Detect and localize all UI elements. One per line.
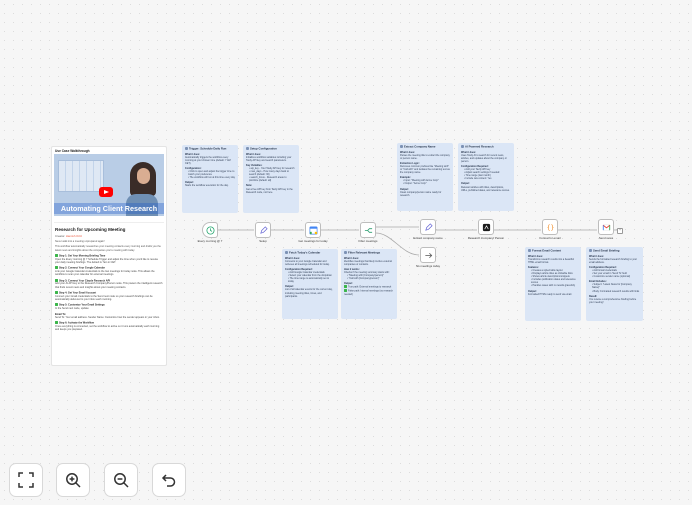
step-item: Step 3: Connect Your Claude Research API… <box>55 278 163 289</box>
note-icon <box>185 147 188 150</box>
note-icon <box>589 249 592 252</box>
video-thumbnail[interactable]: Automating Client Research <box>54 154 164 216</box>
check-icon <box>344 285 347 289</box>
check-icon <box>55 321 58 325</box>
fit-view-icon <box>18 472 34 488</box>
note-icon <box>400 145 403 148</box>
undo-button[interactable] <box>152 463 186 497</box>
creator-link[interactable]: Hamish Ortiz <box>66 234 82 238</box>
step-item: Email To: Send To: Your email address. Se… <box>55 312 160 319</box>
note-setup[interactable]: Setup Configuration What it does: Initia… <box>243 145 299 213</box>
step-item: Step 1: Set Your Morning Briefing Time Op… <box>55 253 159 264</box>
zoom-in-icon <box>66 473 81 488</box>
check-icon <box>55 266 58 270</box>
node-every-morning-trigger[interactable] <box>202 222 218 238</box>
code-icon: {} <box>546 224 554 231</box>
google-calendar-icon <box>309 226 317 234</box>
pencil-icon <box>424 222 433 231</box>
check-icon <box>55 278 58 282</box>
node-label: Research Company/ Person <box>467 236 505 240</box>
node-label: Extract company name <box>413 236 443 240</box>
note-calendar[interactable]: Fetch Today's Calendar What it does: Con… <box>282 249 338 319</box>
clock-icon <box>205 225 215 235</box>
note-icon <box>461 145 464 148</box>
node-label: Setup <box>259 239 267 243</box>
video-banner: Automating Client Research <box>54 203 164 214</box>
node-get-meetings[interactable] <box>305 222 321 238</box>
zoom-out-icon <box>114 473 129 488</box>
zoom-in-button[interactable] <box>56 463 90 497</box>
undo-icon <box>161 474 176 487</box>
walkthrough-title: Research for Upcoming Meeting <box>55 227 126 232</box>
svg-text:{}: {} <box>546 224 554 231</box>
node-label: Filter meetings <box>358 239 378 243</box>
check-icon <box>55 303 58 307</box>
intro-paragraph: This workflow automatically researches y… <box>55 245 161 252</box>
note-icon <box>344 251 347 254</box>
node-label: No meetings today <box>415 264 441 268</box>
step-item: Step 6: Activate the Workflow Once everyt… <box>55 321 160 332</box>
node-setup[interactable] <box>255 222 271 238</box>
gmail-icon <box>602 224 610 230</box>
fit-view-button[interactable] <box>9 463 43 497</box>
step-item: Step 4: Set Your Email Account Connect yo… <box>55 291 153 302</box>
node-send-news[interactable] <box>598 219 614 235</box>
note-filter[interactable]: Filter Relevant Meetings What it does: I… <box>341 249 397 319</box>
step-item: Step 5: Customize Your Email Settings In … <box>55 303 105 311</box>
add-node-button[interactable]: + <box>617 228 623 234</box>
workflow-preview-image <box>58 160 104 192</box>
if-branch-icon <box>364 227 372 233</box>
note-research[interactable]: AI Powered Research What it does: Uses T… <box>458 143 514 211</box>
node-label: Send news <box>598 236 614 240</box>
node-format-email[interactable]: {} <box>542 219 558 235</box>
workflow-canvas[interactable]: Use Case Walkthrough Automating Client R… <box>0 0 692 505</box>
node-research-company[interactable] <box>478 219 494 235</box>
note-icon <box>285 251 288 254</box>
note-trigger[interactable]: Trigger: Schedule Daily Run What it does… <box>182 145 238 213</box>
check-icon <box>344 288 347 292</box>
walkthrough-panel: Use Case Walkthrough Automating Client R… <box>51 146 167 366</box>
note-extract[interactable]: Extract Company Name What it does: Parse… <box>397 143 453 211</box>
arrow-right-icon <box>424 252 432 258</box>
pencil-icon <box>259 225 268 234</box>
note-format[interactable]: Format Email Content What it does: Trans… <box>525 247 581 321</box>
walkthrough-header: Use Case Walkthrough <box>55 149 90 153</box>
node-label: Get meetings for today <box>298 239 328 243</box>
note-icon <box>528 249 531 252</box>
node-label: Every morning @ 7 <box>197 239 223 243</box>
note-icon <box>246 147 249 150</box>
node-extract-company[interactable] <box>420 219 436 235</box>
note-send[interactable]: Send Email Briefing What it does: Sends … <box>586 247 643 321</box>
node-no-meetings[interactable] <box>420 247 436 263</box>
creator-credit: Creator: Hamish Ortiz <box>55 234 83 238</box>
zoom-out-button[interactable] <box>104 463 138 497</box>
check-icon <box>55 253 58 257</box>
node-label: Format for email <box>539 236 561 240</box>
node-filter-meetings[interactable] <box>360 222 376 238</box>
intro-line: Never walk into a meeting unprepared aga… <box>55 240 105 243</box>
tavily-icon <box>482 223 490 231</box>
step-item: Step 2: Connect Your Google Calendar Link… <box>55 266 155 277</box>
play-icon[interactable] <box>99 187 113 197</box>
check-icon <box>55 291 58 295</box>
